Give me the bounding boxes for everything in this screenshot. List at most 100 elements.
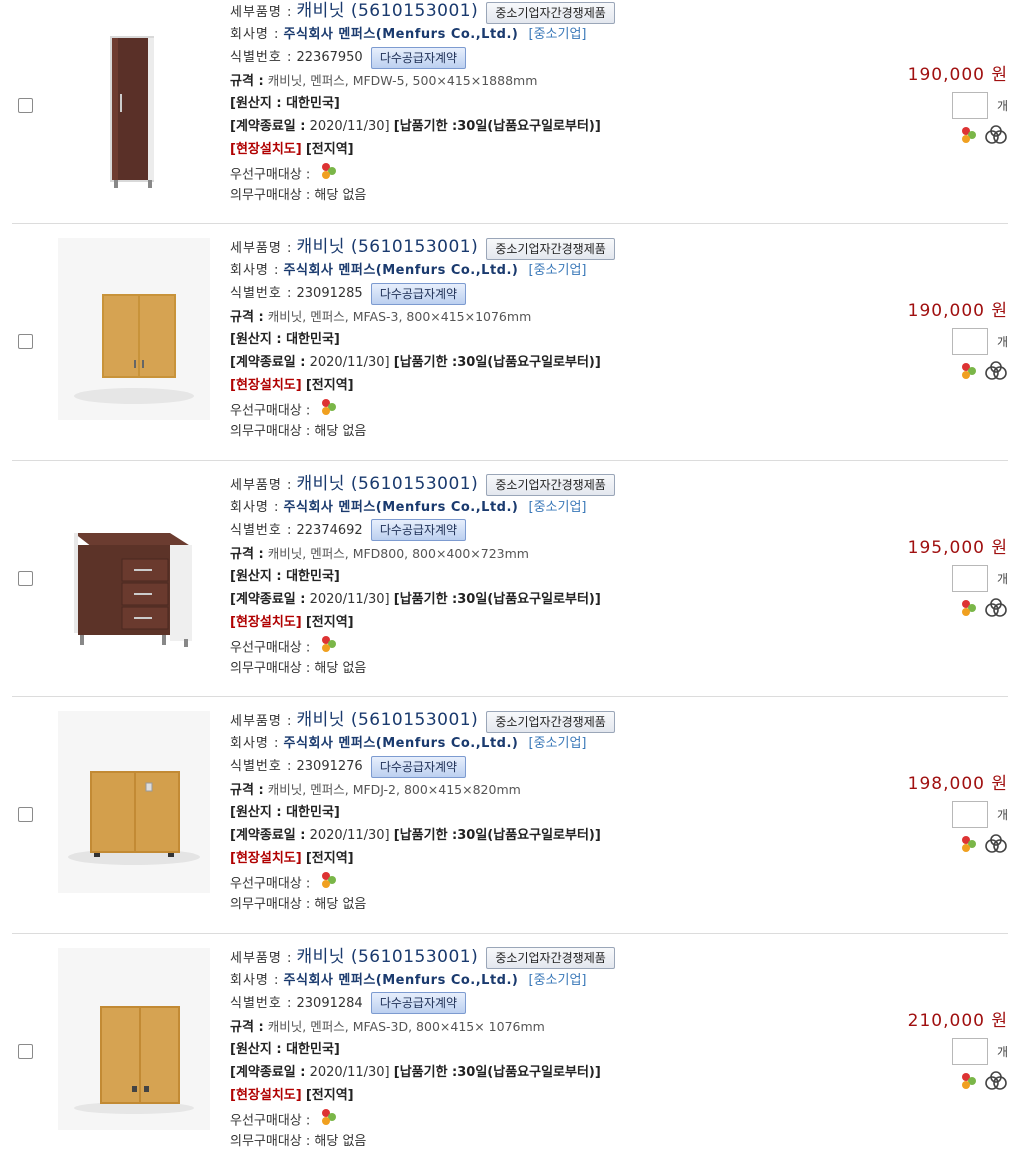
region-tag: [전지역]: [305, 1087, 354, 1103]
mandatory-label: 의무구매대상 : 해당 없음: [230, 1133, 367, 1149]
product-image[interactable]: [58, 475, 210, 657]
eco-leaf-icon: [961, 127, 976, 143]
sme-tag: [중소기업]: [528, 736, 587, 751]
select-checkbox[interactable]: [18, 807, 33, 822]
price-box: 210,000 원 개: [868, 1008, 1008, 1094]
tall-cabinet-image: [110, 36, 154, 188]
price-box: 190,000 원 개: [868, 298, 1008, 384]
sme-tag: [중소기업]: [528, 27, 587, 42]
install-tag: [현장설치도]: [230, 614, 302, 630]
compare-icon[interactable]: [984, 833, 1008, 855]
spec-label: 규격 :: [230, 783, 264, 798]
priority-label: 우선구매대상 :: [230, 640, 311, 655]
unit-label: 개: [996, 808, 1008, 822]
mandatory-label: 의무구매대상 : 해당 없음: [230, 897, 367, 912]
select-checkbox[interactable]: [18, 98, 33, 113]
quantity-input[interactable]: [952, 1037, 988, 1065]
quantity-input[interactable]: [952, 328, 988, 355]
list-item: 세부품명 : 캐비닛 (5610153001) 중소기업자간경쟁제품 회사명 :…: [12, 697, 1008, 934]
origin: [원산지 : 대한민국]: [230, 96, 340, 111]
product-info: 세부품명 : 캐비닛 (5610153001) 중소기업자간경쟁제품 회사명 :…: [230, 236, 890, 443]
contract-end-label: [계약종료일 :: [230, 355, 306, 370]
id-number: 23091276: [296, 759, 363, 774]
contract-end-date: 2020/11/30]: [309, 119, 390, 134]
multi-supplier-badge: 다수공급자계약: [370, 282, 467, 305]
multi-supplier-badge: 다수공급자계약: [370, 519, 467, 541]
product-name-link[interactable]: 캐비닛 (5610153001): [297, 710, 479, 730]
price-box: 198,000 원 개: [868, 771, 1008, 857]
product-image[interactable]: [58, 238, 210, 420]
list-item: 세부품명 : 캐비닛 (5610153001) 중소기업자간경쟁제품 회사명 :…: [12, 0, 1008, 224]
spec-label: 규격 :: [230, 310, 264, 325]
company-label: 회사명 :: [230, 263, 280, 278]
delivery-term: [납품기한 :30일(납품요구일로부터)]: [393, 355, 601, 370]
price-box: 195,000 원 개: [868, 535, 1008, 621]
select-checkbox[interactable]: [18, 334, 33, 349]
contract-end-label: [계약종료일 :: [230, 828, 306, 843]
origin: [원산지 : 대한민국]: [230, 1041, 340, 1057]
product-info: 세부품명 : 캐비닛 (5610153001) 중소기업자간경쟁제품 회사명 :…: [230, 473, 890, 680]
company-name[interactable]: 주식회사 멘퍼스(Menfurs Co.,Ltd.): [284, 263, 519, 278]
compare-icon[interactable]: [984, 360, 1008, 382]
spec-label: 규격 :: [230, 74, 264, 89]
select-checkbox[interactable]: [18, 570, 33, 586]
spec-value: 캐비닛, 멘퍼스, MFAS-3, 800×415×1076mm: [267, 309, 532, 324]
product-image[interactable]: [58, 947, 210, 1130]
delivery-term: [납품기한 :30일(납품요구일로부터)]: [393, 1064, 601, 1080]
install-tag: [현장설치도]: [230, 378, 302, 393]
priority-label: 우선구매대상 :: [230, 167, 311, 183]
multi-supplier-badge: 다수공급자계약: [370, 755, 467, 778]
install-tag: [현장설치도]: [230, 142, 302, 157]
product-image[interactable]: [58, 12, 210, 194]
id-label: 식별번호 :: [230, 995, 293, 1011]
select-checkbox[interactable]: [18, 1043, 33, 1059]
product-info: 세부품명 : 캐비닛 (5610153001) 중소기업자간경쟁제품 회사명 :…: [230, 709, 890, 916]
company-name[interactable]: 주식회사 멘퍼스(Menfurs Co.,Ltd.): [284, 973, 519, 988]
spec-value: 캐비닛, 멘퍼스, MFD800, 800×400×723mm: [267, 545, 529, 561]
quantity-input[interactable]: [952, 564, 988, 592]
price: 190,000 원: [907, 301, 1008, 321]
compare-icon[interactable]: [984, 124, 1008, 146]
company-name[interactable]: 주식회사 멘퍼스(Menfurs Co.,Ltd.): [284, 500, 519, 515]
sme-competition-badge: 중소기업자간경쟁제품: [486, 237, 615, 260]
company-name[interactable]: 주식회사 멘퍼스(Menfurs Co.,Ltd.): [284, 736, 519, 751]
priority-label: 우선구매대상 :: [230, 1113, 311, 1128]
door-cabinet-image: [58, 947, 210, 1130]
list-item: 세부품명 : 캐비닛 (5610153001) 중소기업자간경쟁제품 회사명 :…: [12, 461, 1008, 697]
quantity-input[interactable]: [952, 92, 988, 119]
sme-competition-badge: 중소기업자간경쟁제품: [486, 947, 615, 969]
sme-tag: [중소기업]: [528, 499, 587, 515]
eco-leaf-icon: [961, 599, 976, 616]
contract-end-label: [계약종료일 :: [230, 1064, 306, 1080]
detail-name-label: 세부품명 :: [230, 477, 293, 493]
sme-competition-badge: 중소기업자간경쟁제품: [486, 710, 615, 733]
id-number: 23091284: [296, 995, 363, 1011]
product-info: 세부품명 : 캐비닛 (5610153001) 중소기업자간경쟁제품 회사명 :…: [230, 946, 890, 1153]
product-name-link[interactable]: 캐비닛 (5610153001): [297, 947, 479, 967]
contract-end-date: 2020/11/30]: [309, 828, 390, 843]
compare-icon[interactable]: [984, 1070, 1008, 1092]
id-label: 식별번호 :: [230, 286, 293, 301]
contract-end-date: 2020/11/30]: [309, 1064, 390, 1080]
id-number: 22367950: [296, 50, 363, 65]
contract-end-date: 2020/11/30]: [309, 591, 390, 607]
compare-icon[interactable]: [984, 597, 1008, 619]
install-tag: [현장설치도]: [230, 851, 302, 866]
priority-label: 우선구매대상 :: [230, 403, 311, 419]
delivery-term: [납품기한 :30일(납품요구일로부터)]: [393, 828, 601, 843]
quantity-input[interactable]: [952, 801, 988, 828]
product-name-link[interactable]: 캐비닛 (5610153001): [297, 1, 479, 21]
region-tag: [전지역]: [305, 142, 354, 157]
product-image[interactable]: [58, 711, 210, 893]
detail-name-label: 세부품명 :: [230, 5, 293, 20]
priority-label: 우선구매대상 :: [230, 876, 311, 892]
mandatory-label: 의무구매대상 : 해당 없음: [230, 424, 367, 439]
product-list: 세부품명 : 캐비닛 (5610153001) 중소기업자간경쟁제품 회사명 :…: [0, 0, 1020, 1162]
product-name-link[interactable]: 캐비닛 (5610153001): [297, 237, 479, 257]
company-name[interactable]: 주식회사 멘퍼스(Menfurs Co.,Ltd.): [284, 27, 519, 42]
mandatory-label: 의무구매대상 : 해당 없음: [230, 188, 367, 203]
mandatory-label: 의무구매대상 : 해당 없음: [230, 660, 367, 676]
product-name-link[interactable]: 캐비닛 (5610153001): [297, 474, 479, 494]
region-tag: [전지역]: [305, 614, 354, 630]
list-item: 세부품명 : 캐비닛 (5610153001) 중소기업자간경쟁제품 회사명 :…: [12, 934, 1008, 1162]
